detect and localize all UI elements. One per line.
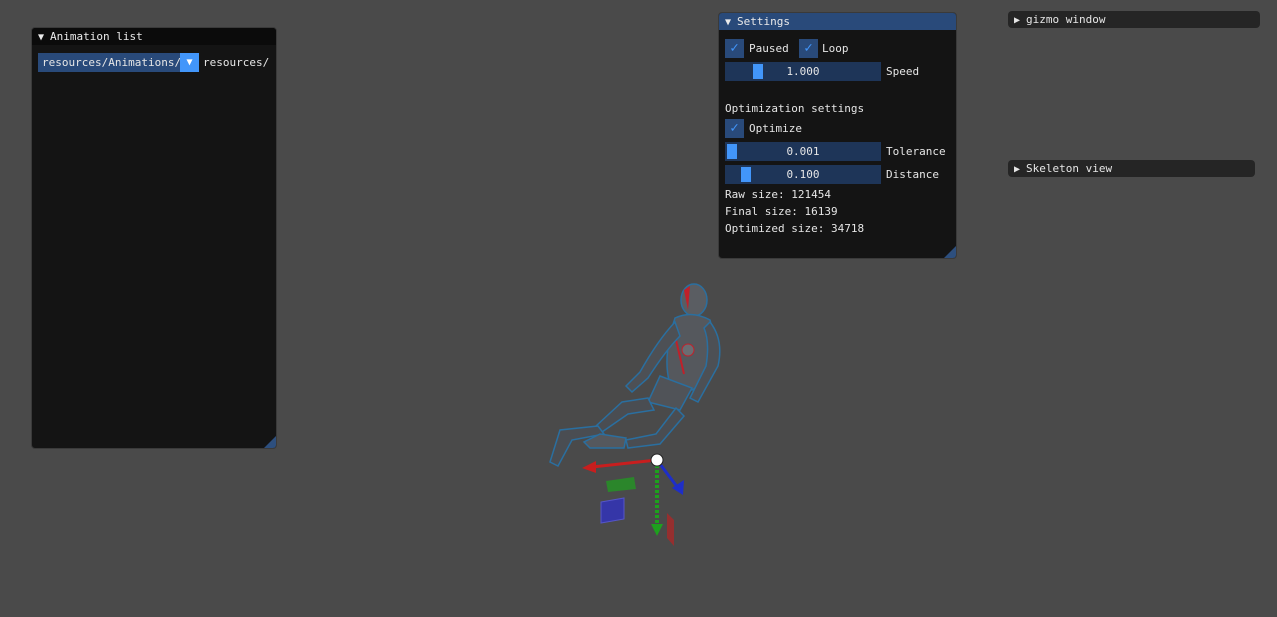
slider-grab[interactable] [753, 64, 763, 79]
distance-label: Distance [886, 168, 939, 181]
gizmo-window-title: gizmo window [1026, 13, 1106, 26]
tolerance-value: 0.001 [786, 145, 820, 158]
paused-checkbox[interactable]: ✓ [725, 39, 744, 58]
tolerance-slider[interactable]: 0.001 [725, 142, 881, 161]
paused-label: Paused [749, 42, 789, 55]
animation-list-title-bar[interactable]: ▼ Animation list [32, 28, 276, 45]
collapse-triangle-icon[interactable]: ▼ [725, 14, 737, 31]
final-size-text: Final size: 16139 [725, 205, 838, 218]
skeleton-view-collapsed[interactable]: ▶ Skeleton view [1008, 160, 1255, 177]
gizmo-y-arrow-icon[interactable] [651, 524, 663, 536]
gizmo-yz-plane[interactable] [667, 513, 674, 546]
viewport-scene[interactable] [520, 280, 740, 550]
expand-triangle-icon[interactable]: ▶ [1014, 161, 1026, 178]
raw-size-text: Raw size: 121454 [725, 188, 831, 201]
chevron-down-icon[interactable]: ▼ [180, 53, 199, 72]
optimization-heading: Optimization settings [725, 102, 865, 115]
checkmark-icon: ✓ [804, 40, 813, 56]
character-model[interactable] [549, 283, 721, 467]
gizmo-x-arrow-icon[interactable] [582, 461, 596, 473]
optimize-checkbox[interactable]: ✓ [725, 119, 744, 138]
gizmo-center-handle[interactable] [650, 453, 664, 467]
animation-combo[interactable]: resources/Animations/ [38, 53, 199, 72]
animation-list-window[interactable]: ▼ Animation list resources/Animations/ ▼ … [31, 27, 277, 449]
checkmark-icon: ✓ [730, 120, 739, 136]
resize-grip-icon[interactable] [944, 246, 956, 258]
distance-slider[interactable]: 0.100 [725, 165, 881, 184]
slider-grab[interactable] [741, 167, 751, 182]
optimized-size-text: Optimized size: 34718 [725, 222, 865, 235]
settings-title-bar[interactable]: ▼ Settings [719, 13, 956, 30]
animation-list-title: Animation list [50, 30, 143, 43]
gizmo-window-collapsed[interactable]: ▶ gizmo window [1008, 11, 1260, 28]
animation-combo-value: resources/Animations/ [42, 56, 182, 69]
gizmo-xz-plane[interactable] [606, 477, 636, 492]
skeleton-view-title: Skeleton view [1026, 162, 1113, 175]
slider-grab[interactable] [727, 144, 737, 159]
loop-checkbox[interactable]: ✓ [799, 39, 818, 58]
settings-window[interactable]: ▼ Settings ✓ Paused ✓ Loop 1.000 Speed Op… [718, 12, 957, 259]
transform-gizmo[interactable] [582, 453, 684, 546]
resize-grip-icon[interactable] [264, 436, 276, 448]
speed-slider[interactable]: 1.000 [725, 62, 881, 81]
speed-value: 1.000 [786, 65, 820, 78]
distance-value: 0.100 [786, 168, 820, 181]
collapse-triangle-icon[interactable]: ▼ [38, 29, 50, 46]
loop-label: Loop [822, 42, 849, 55]
expand-triangle-icon[interactable]: ▶ [1014, 12, 1026, 29]
optimize-label: Optimize [749, 122, 802, 135]
settings-title: Settings [737, 15, 790, 28]
speed-label: Speed [886, 65, 920, 78]
animation-combo-label: resources/ [203, 56, 270, 69]
checkmark-icon: ✓ [730, 40, 739, 56]
gizmo-xy-plane[interactable] [600, 497, 625, 524]
tolerance-label: Tolerance [886, 145, 946, 158]
